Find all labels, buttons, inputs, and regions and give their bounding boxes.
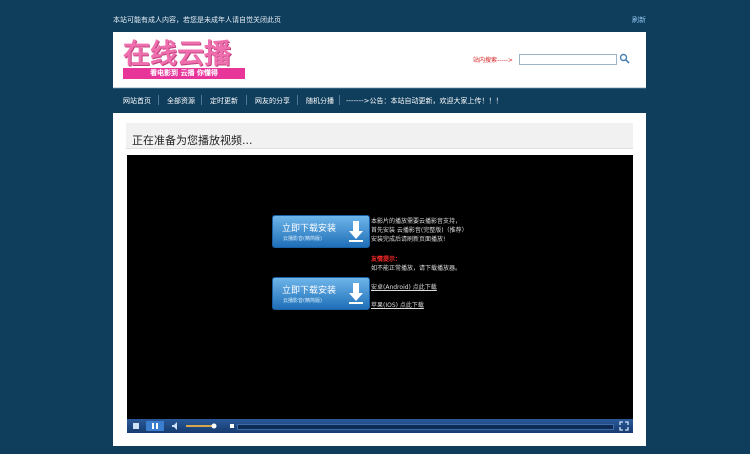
video-player[interactable]: 立即下载安装 云播影音(精简版) 立即下载安装 云播影音(精简版) 本影片的播放… bbox=[127, 155, 633, 433]
nav-divider bbox=[297, 95, 298, 105]
nav-item-all[interactable]: 全部资源 bbox=[167, 96, 195, 106]
refresh-link[interactable]: 刷新 bbox=[632, 15, 646, 25]
site-header: 在线云播 看电影到 云播 你懂得 站内搜索-----> bbox=[113, 32, 646, 88]
nav-divider bbox=[201, 95, 202, 105]
progress-bar[interactable] bbox=[237, 424, 614, 430]
content-panel: 正在准备为您播放视频... 立即下载安装 云播影音(精简版) 立即下载安装 云播… bbox=[113, 113, 646, 446]
tip-text: 如不能正常播放，请下载播放器。 bbox=[371, 265, 462, 272]
page-title: 正在准备为您播放视频... bbox=[132, 134, 253, 147]
player-controls bbox=[127, 419, 633, 433]
info-line: 安装完成后请刷新页面播放! bbox=[371, 236, 446, 243]
main-nav: 网站首页 全部资源 定时更新 网友的分享 随机分播 ------->公告：本站自… bbox=[113, 88, 646, 111]
search-icon[interactable] bbox=[619, 53, 630, 64]
top-bar: 本站可能有成人内容，若您是未成年人请自觉关闭此页 刷新 bbox=[0, 0, 750, 32]
nav-divider bbox=[339, 95, 340, 105]
logo-tagline: 看电影到 云播 你懂得 bbox=[123, 68, 245, 79]
download-arrow-icon bbox=[349, 283, 363, 304]
android-download: 安卓(Android) 点此下载 bbox=[371, 283, 437, 292]
progress-handle[interactable] bbox=[227, 421, 237, 431]
nav-divider bbox=[246, 95, 247, 105]
nav-item-shares[interactable]: 网友的分享 bbox=[255, 96, 290, 106]
volume-icon[interactable] bbox=[171, 421, 181, 431]
ios-download-link[interactable]: 苹果(IOS) 点此下载 bbox=[371, 302, 424, 309]
pause-icon[interactable] bbox=[146, 421, 164, 431]
friendly-tip: 友情提示： 如不能正常播放，请下载播放器。 bbox=[371, 255, 461, 273]
stop-icon[interactable] bbox=[131, 421, 141, 431]
download-button-label: 立即下载安装 bbox=[282, 286, 337, 296]
age-notice: 本站可能有成人内容，若您是未成年人请自觉关闭此页 bbox=[113, 16, 281, 24]
site-search: 站内搜索-----> bbox=[473, 53, 630, 65]
logo-text: 在线云播 bbox=[123, 39, 231, 70]
nav-item-updates[interactable]: 定时更新 bbox=[210, 96, 238, 106]
download-button-2[interactable]: 立即下载安装 云播影音(精简版) bbox=[272, 277, 370, 310]
nav-divider bbox=[158, 95, 159, 105]
download-button-1[interactable]: 立即下载安装 云播影音(精简版) bbox=[272, 215, 370, 248]
download-button-sub: 云播影音(精简版) bbox=[283, 298, 322, 304]
site-logo[interactable]: 在线云播 看电影到 云播 你懂得 bbox=[123, 35, 245, 79]
search-input[interactable] bbox=[519, 54, 617, 65]
install-instructions: 本影片的播放需要云播影音支持， 首先安装 云播影音(完整版)（推荐） 安装完成后… bbox=[371, 217, 468, 244]
info-line: 首先安装 云播影音(完整版)（推荐） bbox=[371, 227, 468, 234]
info-line: 本影片的播放需要云播影音支持， bbox=[371, 218, 462, 225]
ios-download: 苹果(IOS) 点此下载 bbox=[371, 301, 424, 310]
download-arrow-icon bbox=[349, 221, 363, 242]
android-download-link[interactable]: 安卓(Android) 点此下载 bbox=[371, 284, 437, 291]
tip-title: 友情提示： bbox=[371, 256, 402, 263]
download-button-label: 立即下载安装 bbox=[282, 224, 337, 234]
download-button-sub: 云播影音(精简版) bbox=[283, 236, 322, 242]
nav-item-random[interactable]: 随机分播 bbox=[306, 96, 334, 106]
nav-item-home[interactable]: 网站首页 bbox=[123, 96, 151, 106]
search-label: 站内搜索-----> bbox=[473, 57, 513, 64]
announcement: ------->公告：本站自动更新，欢迎大家上传！！！ bbox=[346, 97, 503, 105]
panel-header: 正在准备为您播放视频... bbox=[126, 123, 633, 149]
volume-slider[interactable] bbox=[185, 421, 219, 431]
fullscreen-icon[interactable] bbox=[619, 421, 629, 431]
